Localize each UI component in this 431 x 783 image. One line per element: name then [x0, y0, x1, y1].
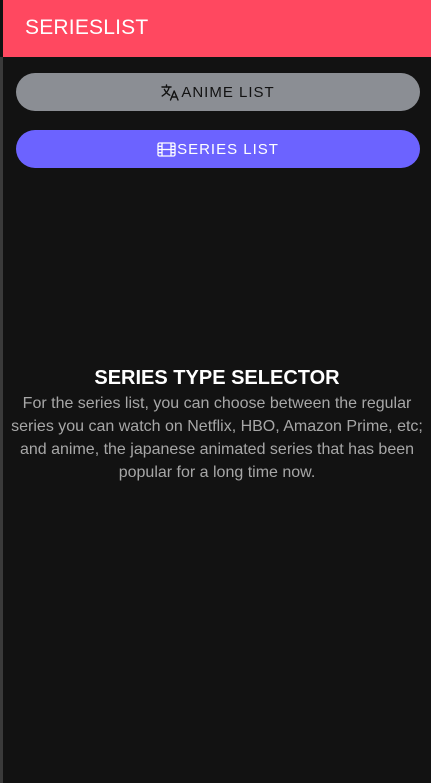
app-title: SERIESLIST — [25, 16, 149, 39]
anime-list-button[interactable]: ANIME LIST — [16, 73, 420, 111]
app-screen: SERIESLIST ANIME LIST SERIES LIST SERIES… — [0, 0, 431, 783]
anime-list-label: ANIME LIST — [181, 83, 275, 101]
series-list-button[interactable]: SERIES LIST — [16, 130, 420, 168]
series-list-label: SERIES LIST — [177, 140, 279, 158]
translate-icon — [161, 83, 180, 101]
app-header: SERIESLIST — [3, 0, 431, 57]
series-type-info: SERIES TYPE SELECTOR For the series list… — [3, 366, 431, 484]
info-title: SERIES TYPE SELECTOR — [94, 367, 340, 389]
film-icon — [157, 141, 176, 157]
info-description: For the series list, you can choose betw… — [11, 395, 423, 481]
